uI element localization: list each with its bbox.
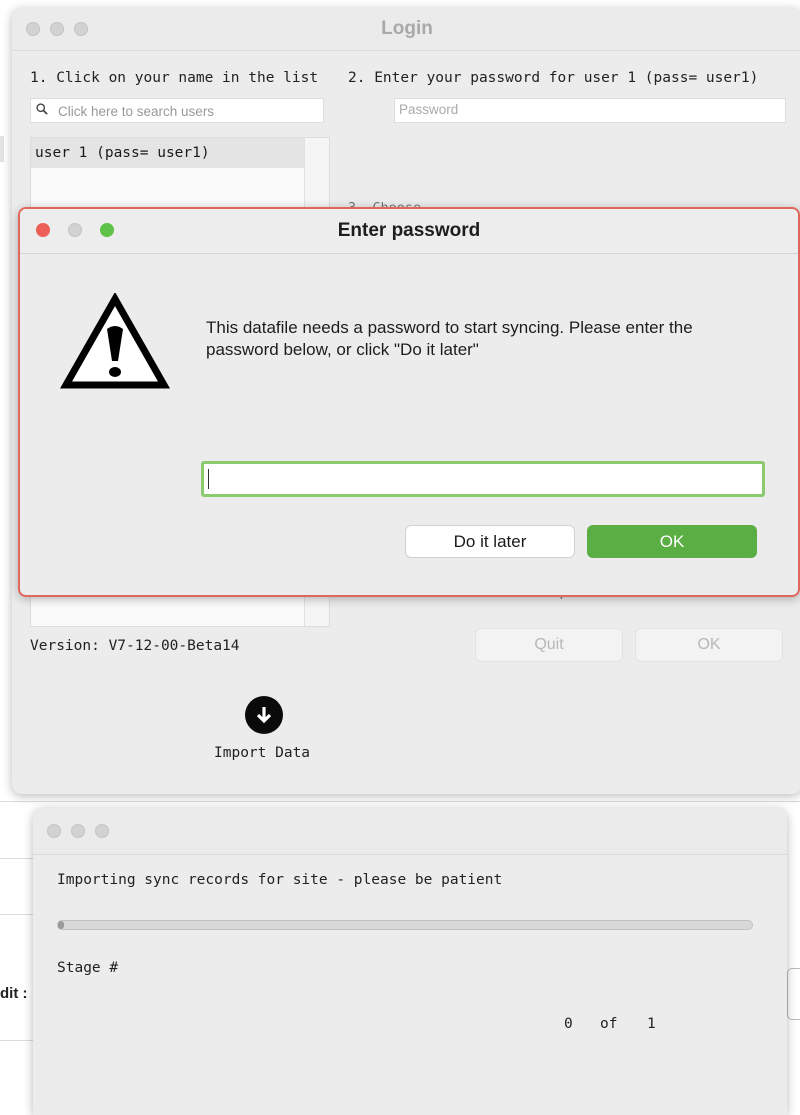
search-placeholder: Click here to search users — [58, 104, 215, 119]
user-search-input[interactable]: Click here to search users — [30, 98, 324, 123]
progress-current: 0 — [564, 1016, 573, 1032]
do-it-later-button[interactable]: Do it later — [405, 525, 575, 558]
background-field-edge — [0, 136, 4, 162]
dialog-password-input[interactable] — [201, 461, 765, 497]
text-caret — [208, 469, 209, 489]
minimize-button[interactable] — [71, 824, 85, 838]
dialog-title: Enter password — [337, 220, 481, 241]
background-divider — [0, 1040, 33, 1041]
background-field-edge — [787, 968, 800, 1020]
dialog-ok-button[interactable]: OK — [587, 525, 757, 558]
dialog-titlebar: Enter password — [20, 209, 798, 254]
import-data-icon[interactable] — [245, 696, 283, 734]
quit-button[interactable]: Quit — [475, 628, 623, 662]
progress-bar — [57, 920, 753, 930]
progress-message: Importing sync records for site - please… — [57, 872, 503, 888]
login-ok-button[interactable]: OK — [635, 628, 783, 662]
progress-of-label: of — [600, 1016, 618, 1032]
progress-total: 1 — [647, 1016, 656, 1032]
background-divider — [0, 858, 33, 859]
import-progress-window: Importing sync records for site - please… — [33, 808, 787, 1115]
progress-titlebar — [33, 808, 787, 855]
enter-password-dialog: Enter password This datafile needs a pas… — [18, 207, 800, 597]
login-password-input[interactable]: Password — [394, 98, 786, 123]
login-titlebar: Login — [12, 8, 800, 51]
progress-bar-fill — [58, 921, 64, 929]
background-label-fragment: dit : — [0, 985, 28, 1002]
zoom-button[interactable] — [95, 824, 109, 838]
stage-label: Stage # — [57, 960, 119, 976]
step1-label: 1. Click on your name in the list — [30, 70, 319, 86]
import-data-label[interactable]: Import Data — [214, 745, 310, 761]
step2-label: 2. Enter your password for user 1 (pass=… — [348, 70, 759, 86]
user-list-item[interactable]: user 1 (pass= user1) — [31, 138, 305, 168]
warning-icon — [60, 293, 170, 389]
background-divider — [0, 801, 800, 802]
close-button[interactable] — [47, 824, 61, 838]
dialog-message: This datafile needs a password to start … — [206, 318, 693, 359]
background-divider — [0, 914, 33, 915]
search-icon — [36, 103, 48, 115]
version-label: Version: V7-12-00-Beta14 — [30, 638, 240, 654]
login-window-title: Login — [381, 18, 433, 39]
